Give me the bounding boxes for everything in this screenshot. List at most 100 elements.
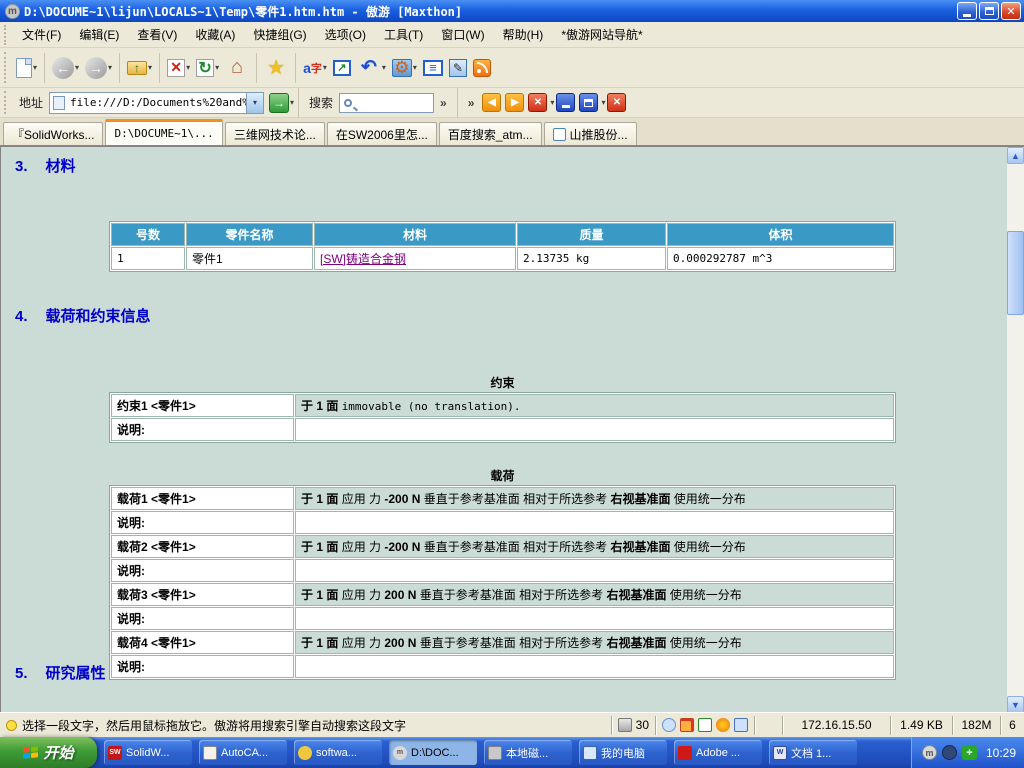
close-button[interactable]: ✕ xyxy=(1001,2,1021,20)
note-label: 说明: xyxy=(111,511,294,534)
restraint-desc: 于 1 面 immovable (no translation). xyxy=(295,394,894,417)
ip-segment: 172.16.15.50 xyxy=(782,715,890,735)
tab-3d-forum[interactable]: 三维网技术论... xyxy=(224,122,325,145)
tray-maxthon-icon[interactable]: m xyxy=(921,745,937,760)
scrollbar-thumb[interactable] xyxy=(1007,231,1024,315)
material-link[interactable]: [SW]铸造合金钢 xyxy=(320,252,406,266)
menu-edit[interactable]: 编辑(E) xyxy=(70,23,128,46)
undo-button[interactable]: ↶ ▾ xyxy=(354,52,389,84)
note-label: 说明: xyxy=(111,559,294,582)
menu-tools[interactable]: 工具(T) xyxy=(375,23,432,46)
go-button[interactable]: → xyxy=(269,92,290,113)
dropdown-caret-icon[interactable]: ▾ xyxy=(186,63,190,72)
go-icon: → xyxy=(273,95,286,110)
dropdown-caret-icon[interactable]: ▾ xyxy=(75,63,79,72)
prev-tab-button[interactable]: ◀ xyxy=(482,93,502,112)
restore-tab-button[interactable] xyxy=(579,93,599,112)
scroll-down-button[interactable]: ▼ xyxy=(1007,696,1024,713)
dropdown-caret-icon[interactable]: ▾ xyxy=(215,63,219,72)
menu-groups[interactable]: 快捷组(G) xyxy=(244,23,315,46)
up-folder-button[interactable]: ↑ ▾ xyxy=(124,52,155,84)
menu-options[interactable]: 选项(O) xyxy=(316,23,375,46)
toolbar-gripper[interactable] xyxy=(4,90,9,115)
stop-button[interactable]: ✕ ▾ xyxy=(164,52,193,84)
disk-icon xyxy=(488,745,502,760)
favorites-button[interactable]: ★ xyxy=(261,52,291,84)
dropdown-caret-icon[interactable]: ▾ xyxy=(382,63,386,72)
dropdown-caret-icon[interactable]: ▾ xyxy=(148,63,152,72)
col-header-number: 号数 xyxy=(111,223,185,246)
tab-solidworks[interactable]: 『SolidWorks... xyxy=(3,122,104,145)
toolbar-gripper[interactable] xyxy=(4,24,9,45)
overflow-chevron-icon[interactable]: » xyxy=(440,96,447,110)
home-button[interactable]: ⌂ xyxy=(222,52,252,84)
tray-antivirus-icon[interactable]: + xyxy=(961,745,977,760)
start-button[interactable]: 开始 xyxy=(0,737,97,768)
menu-window[interactable]: 窗口(W) xyxy=(432,23,493,46)
notes-button[interactable]: ✎ xyxy=(446,52,470,84)
vertical-scrollbar[interactable]: ▲ ▼ xyxy=(1007,147,1024,713)
restraints-caption: 约束 xyxy=(490,376,515,390)
taskbar-item-solidworks[interactable]: SW SolidW... xyxy=(104,740,192,765)
dropdown-caret-icon[interactable]: ▾ xyxy=(33,63,37,72)
favicon-icon xyxy=(552,127,566,141)
close-all-button[interactable]: ✕ xyxy=(607,93,627,112)
taskbar-item-word-doc[interactable]: W 文档 1... xyxy=(769,740,857,765)
form-filler-button[interactable]: ≡ xyxy=(420,52,446,84)
taskbar-item-my-computer[interactable]: 我的电脑 xyxy=(579,740,667,765)
search-input[interactable] xyxy=(339,92,435,113)
edit-icon[interactable] xyxy=(734,718,748,732)
address-input[interactable]: file:///D:/Documents%20and%20Se xyxy=(68,96,246,109)
taskbar-item-local-disk[interactable]: 本地磁... xyxy=(484,740,572,765)
tools-button[interactable]: ⚙ ▾ xyxy=(389,52,420,84)
dropdown-caret-icon[interactable]: ▾ xyxy=(323,63,327,72)
loop-icon[interactable] xyxy=(662,718,676,732)
address-dropdown[interactable]: ▾ xyxy=(246,92,264,113)
minimize-button[interactable] xyxy=(957,2,977,20)
dropdown-caret-icon[interactable]: ▾ xyxy=(108,63,112,72)
dropdown-caret-icon[interactable]: ▾ xyxy=(601,98,605,107)
taskbar-item-autocad[interactable]: AutoCA... xyxy=(199,740,287,765)
dropdown-caret-icon[interactable]: ▾ xyxy=(413,63,417,72)
taskbar-item-adobe[interactable]: Adobe ... xyxy=(674,740,762,765)
resize-window-button[interactable]: ↗ xyxy=(330,52,354,84)
menu-favorites[interactable]: 收藏(A) xyxy=(186,23,244,46)
sun-icon[interactable] xyxy=(716,718,730,732)
new-page-button[interactable]: ▾ xyxy=(13,52,40,84)
search-icon xyxy=(344,98,353,107)
dropdown-caret-icon[interactable]: ▾ xyxy=(290,98,294,107)
taskbar-item-software[interactable]: softwa... xyxy=(294,740,382,765)
tab-sw2006[interactable]: 在SW2006里怎... xyxy=(326,122,437,145)
trash-count: 30 xyxy=(635,718,649,732)
restore-button[interactable] xyxy=(979,2,999,20)
forward-button[interactable]: → ▾ xyxy=(82,52,115,84)
menu-help[interactable]: 帮助(H) xyxy=(494,23,553,46)
tip-bulb-icon xyxy=(6,719,17,731)
overflow-chevron-icon[interactable]: » xyxy=(468,96,475,110)
col-header-mass: 质量 xyxy=(517,223,666,246)
menu-view[interactable]: 查看(V) xyxy=(128,23,186,46)
minimize-tab-button[interactable] xyxy=(556,93,576,112)
popup-blocker-icon[interactable] xyxy=(680,718,694,732)
back-button[interactable]: ← ▾ xyxy=(49,52,82,84)
tab-baidu-search[interactable]: 百度搜索_atm... xyxy=(438,122,542,145)
scroll-up-button[interactable]: ▲ xyxy=(1007,147,1024,164)
menu-maxthon-nav[interactable]: *傲游网站导航* xyxy=(552,23,651,46)
translate-button[interactable]: a 字 ▾ xyxy=(300,52,330,84)
recycle-bin-icon[interactable] xyxy=(617,718,632,732)
rss-button[interactable] xyxy=(470,52,494,84)
taskbar-item-maxthon[interactable]: m D:\DOC... xyxy=(389,740,477,765)
refresh-button[interactable]: ↻ ▾ xyxy=(193,52,222,84)
forward-doc-icon[interactable] xyxy=(698,718,712,732)
next-tab-button[interactable]: ▶ xyxy=(505,93,525,112)
tray-volume-icon[interactable] xyxy=(941,745,957,760)
tab-shantui[interactable]: 山推股份... xyxy=(543,122,637,145)
menu-file[interactable]: 文件(F) xyxy=(13,23,70,46)
close-tab-button[interactable]: ✕ xyxy=(528,93,548,112)
address-combo[interactable]: file:///D:/Documents%20and%20Se ▾ xyxy=(49,91,265,114)
toolbar-gripper[interactable] xyxy=(4,51,9,84)
table-row: 说明: xyxy=(111,655,894,678)
tab-current-document[interactable]: D:\DOCUME~1\... xyxy=(105,119,223,145)
dropdown-caret-icon[interactable]: ▾ xyxy=(550,98,554,107)
adobe-icon xyxy=(678,745,692,760)
